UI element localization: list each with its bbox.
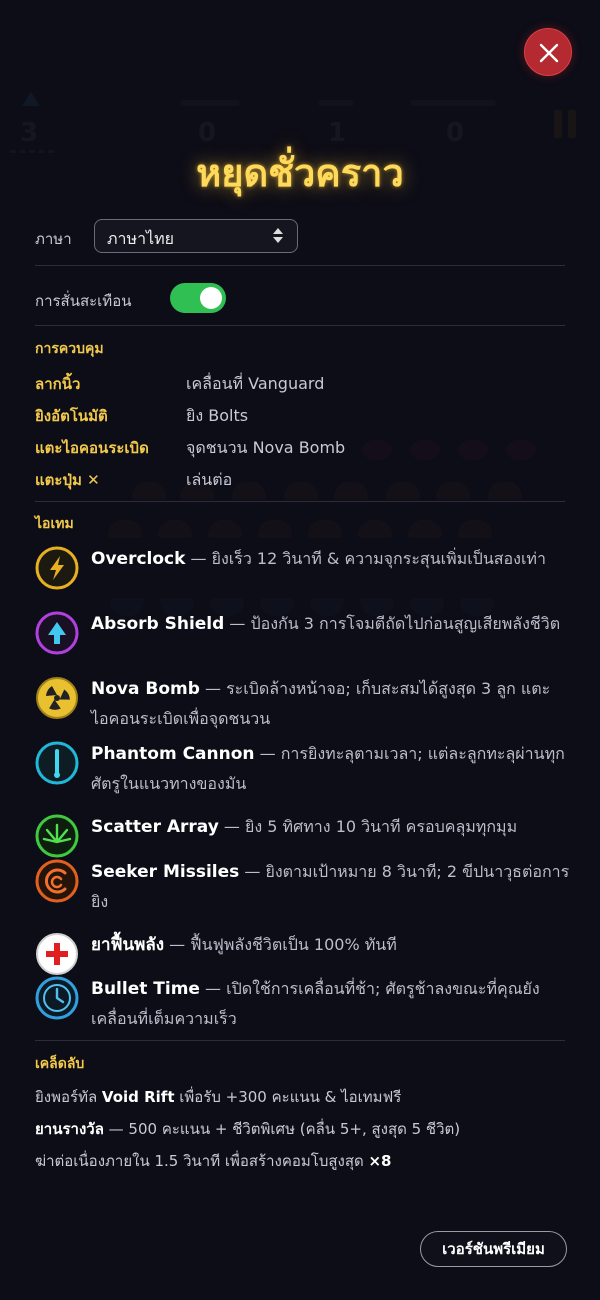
control-key: แตะปุ่ม ✕ (35, 471, 100, 489)
tip-line: ยิงพอร์ทัล Void Rift เพื่อรับ +300 คะแนน… (35, 1088, 402, 1106)
control-value: จุดชนวน Nova Bomb (186, 438, 346, 457)
radiation-icon (35, 676, 79, 720)
language-label: ภาษา (35, 230, 72, 248)
vibration-toggle[interactable] (170, 283, 226, 313)
control-key: ยิงอัตโนมัติ (35, 407, 108, 425)
close-button[interactable] (524, 28, 572, 76)
divider (35, 501, 565, 502)
control-value: เคลื่อนที่ Vanguard (186, 374, 325, 393)
control-key: แตะไอคอนระเบิด (35, 439, 149, 457)
controls-heading: การควบคุม (35, 341, 104, 357)
divider (35, 325, 565, 326)
language-select[interactable]: ภาษาไทย (94, 219, 298, 253)
control-value: ยิง Bolts (186, 406, 249, 425)
shield-arrow-icon (35, 611, 79, 655)
health-cross-icon (35, 932, 79, 976)
lightning-icon (35, 546, 79, 590)
divider (35, 1040, 565, 1041)
homing-icon (35, 859, 79, 903)
page-title: หยุดชั่วคราว (196, 153, 404, 195)
clock-icon (35, 976, 79, 1020)
beam-icon (35, 741, 79, 785)
tip-line: ฆ่าต่อเนื่องภายใน 1.5 วินาที เพื่อสร้างค… (35, 1152, 392, 1170)
select-arrows-icon (273, 228, 283, 244)
items-heading: ไอเทม (35, 516, 74, 532)
control-key: ลากนิ้ว (35, 375, 81, 393)
control-value: เล่นต่อ (186, 470, 233, 489)
close-icon (539, 43, 559, 63)
spread-icon (35, 814, 79, 858)
tip-line: ยานรางวัล — 500 คะแนน + ชีวิตพิเศษ (คลื่… (35, 1120, 461, 1138)
language-value: ภาษาไทย (107, 229, 175, 248)
premium-version-button[interactable]: เวอร์ชันพรีเมียม (420, 1231, 567, 1267)
tips-heading: เคล็ดลับ (35, 1056, 85, 1072)
divider (35, 265, 565, 266)
vibration-label: การสั่นสะเทือน (35, 292, 132, 310)
